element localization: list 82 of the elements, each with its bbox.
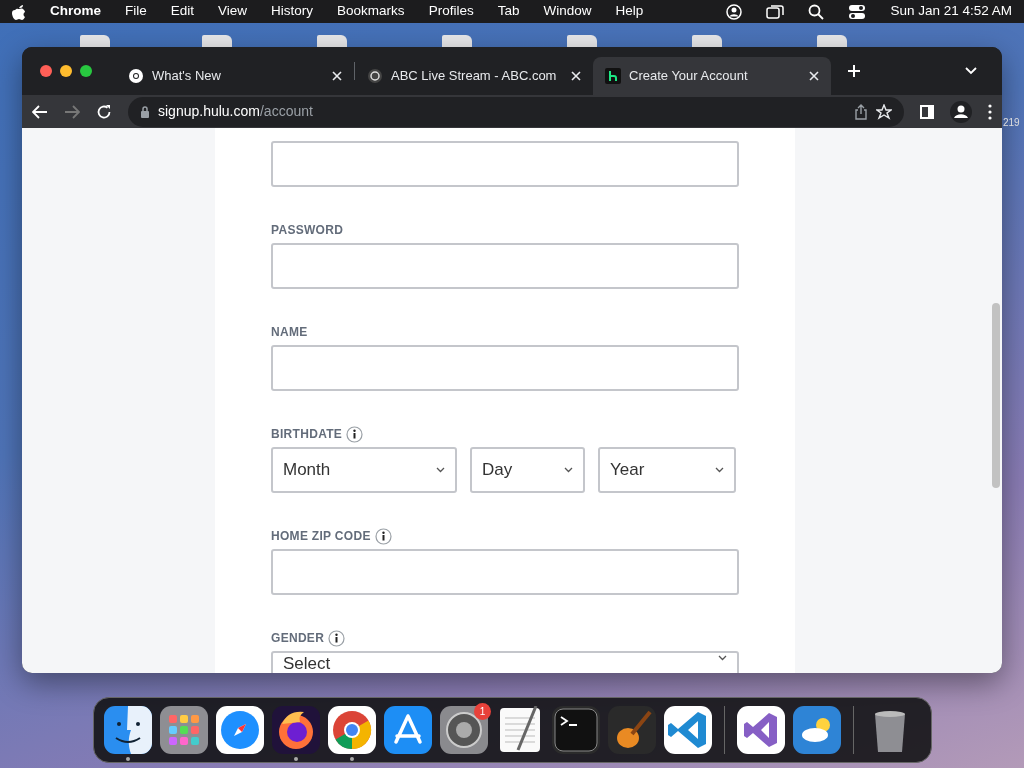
side-panel-icon[interactable] bbox=[920, 104, 934, 119]
dropdown[interactable]: Month bbox=[271, 447, 457, 493]
menu-item[interactable]: Help bbox=[615, 1, 644, 22]
chevron-down-icon bbox=[564, 467, 573, 473]
profile-icon[interactable] bbox=[950, 100, 972, 123]
reload-icon[interactable] bbox=[96, 103, 112, 120]
chevron-down-icon bbox=[715, 467, 724, 473]
field-label: GENDER bbox=[271, 630, 325, 647]
input-field[interactable] bbox=[271, 141, 739, 187]
forward-icon[interactable] bbox=[64, 104, 80, 119]
more-icon[interactable] bbox=[988, 103, 992, 120]
round-logo-icon bbox=[367, 68, 383, 84]
app-menu[interactable]: Chrome bbox=[50, 1, 101, 22]
info-icon[interactable] bbox=[328, 629, 346, 647]
close-icon[interactable] bbox=[332, 71, 342, 81]
guitar-app-icon[interactable] bbox=[608, 706, 656, 754]
letter-a-app-icon[interactable] bbox=[384, 706, 432, 754]
letter-logo-icon bbox=[605, 68, 621, 84]
input-field[interactable] bbox=[271, 345, 739, 391]
menu-item[interactable]: View bbox=[218, 1, 248, 22]
fox-app-icon[interactable] bbox=[272, 706, 320, 754]
dropdown[interactable]: Day bbox=[470, 447, 585, 493]
circle-app-icon[interactable] bbox=[328, 706, 376, 754]
star-icon[interactable] bbox=[876, 103, 892, 120]
search-icon[interactable] bbox=[808, 3, 825, 20]
share-icon[interactable] bbox=[854, 103, 868, 120]
window-control[interactable] bbox=[40, 65, 52, 77]
windows-icon[interactable] bbox=[766, 3, 785, 20]
tab-title: ABC Live Stream - ABC.com bbox=[391, 67, 558, 86]
code-app-icon[interactable] bbox=[737, 706, 785, 754]
browser-tab[interactable]: What's New bbox=[116, 57, 354, 95]
running-indicator bbox=[126, 757, 130, 761]
menu-item[interactable]: Bookmarks bbox=[337, 1, 405, 22]
new-tab-icon[interactable] bbox=[847, 64, 861, 78]
tab-title: Create Your Account bbox=[629, 67, 749, 86]
chevron-down-icon bbox=[436, 467, 445, 473]
dropdown[interactable]: Select bbox=[271, 651, 739, 673]
browser-tab[interactable]: Create Your Account bbox=[593, 57, 831, 95]
field-label: BIRTHDATE bbox=[271, 426, 343, 443]
grid-app-icon[interactable] bbox=[160, 706, 208, 754]
code-app-icon[interactable] bbox=[664, 706, 712, 754]
close-icon[interactable] bbox=[571, 71, 581, 81]
url-text: signup.hulu.com/account bbox=[158, 102, 313, 121]
field-label: NAME bbox=[271, 324, 308, 341]
notification-count: 1 bbox=[474, 703, 491, 720]
input-field[interactable] bbox=[271, 243, 739, 289]
field-label: PASSWORD bbox=[271, 222, 344, 239]
toggles-icon[interactable] bbox=[848, 3, 867, 20]
window-control[interactable] bbox=[80, 65, 92, 77]
dropdown[interactable]: Year bbox=[598, 447, 736, 493]
user-icon[interactable] bbox=[726, 3, 743, 20]
desktop-label: 219 bbox=[1003, 116, 1021, 130]
menu-item[interactable]: Tab bbox=[497, 1, 520, 22]
clock[interactable]: Sun Jan 21 4:52 AM bbox=[890, 1, 1012, 22]
menu-item[interactable]: Edit bbox=[170, 1, 195, 22]
info-icon[interactable] bbox=[374, 527, 392, 545]
close-icon[interactable] bbox=[809, 71, 819, 81]
window-control[interactable] bbox=[60, 65, 72, 77]
chevron-down-icon bbox=[718, 655, 727, 661]
chevron-down-icon[interactable] bbox=[965, 67, 977, 75]
menu-item[interactable]: File bbox=[125, 1, 147, 22]
terminal-app-icon[interactable] bbox=[552, 706, 600, 754]
menu-item[interactable]: Profiles bbox=[428, 1, 474, 22]
menu-item[interactable]: History bbox=[271, 1, 314, 22]
input-field[interactable] bbox=[271, 549, 739, 595]
browser-tab[interactable]: ABC Live Stream - ABC.com bbox=[355, 57, 593, 95]
lock-icon bbox=[140, 105, 150, 118]
running-indicator bbox=[350, 757, 354, 761]
compass-app-icon[interactable] bbox=[216, 706, 264, 754]
apple-icon[interactable] bbox=[12, 3, 26, 20]
address-bar[interactable]: signup.hulu.com/account bbox=[128, 96, 904, 127]
running-indicator bbox=[294, 757, 298, 761]
scrollbar[interactable] bbox=[992, 303, 1000, 488]
tab-title: What's New bbox=[152, 67, 222, 86]
field-label: HOME ZIP CODE bbox=[271, 528, 371, 545]
weather-app-icon[interactable] bbox=[793, 706, 841, 754]
info-icon[interactable] bbox=[346, 425, 364, 443]
face-app-icon[interactable] bbox=[104, 706, 152, 754]
menu-item[interactable]: Window bbox=[543, 1, 592, 22]
circle-logo-icon bbox=[128, 68, 144, 84]
back-icon[interactable] bbox=[32, 104, 48, 119]
gear-app-icon[interactable] bbox=[440, 706, 488, 754]
